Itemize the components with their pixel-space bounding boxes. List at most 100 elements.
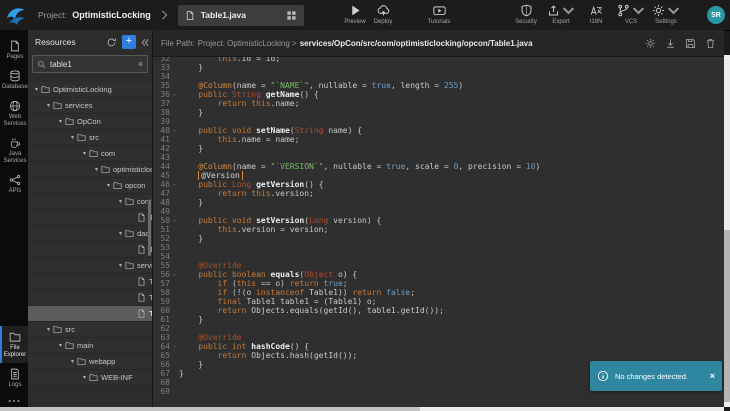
line-number[interactable]: 38	[153, 108, 170, 117]
code-editor[interactable]: 32 this.id = id;33 }3435 @Column(name = …	[153, 57, 724, 407]
tree-folder-dao[interactable]: ▾dao	[28, 226, 152, 242]
line-number[interactable]: 46	[153, 180, 170, 189]
clear-search-icon[interactable]: ×	[138, 60, 143, 69]
line-number[interactable]: 35	[153, 81, 170, 90]
info-icon	[597, 370, 609, 382]
line-number[interactable]: 56	[153, 270, 170, 279]
line-number[interactable]: 69	[153, 387, 170, 396]
avatar[interactable]: SR	[707, 6, 725, 24]
line-number[interactable]: 43	[153, 153, 170, 162]
topbar-export-button[interactable]: Export	[547, 4, 575, 25]
rail-item-pages[interactable]: Pages	[0, 35, 28, 65]
line-number[interactable]: 68	[153, 378, 170, 387]
vertical-scrollbar-thumb[interactable]	[724, 230, 730, 402]
line-number[interactable]: 66	[153, 360, 170, 369]
line-number[interactable]: 52	[153, 234, 170, 243]
tree-folder-optimisticlocking[interactable]: ▾OptimisticLocking	[28, 82, 152, 98]
fold-marker[interactable]: -	[170, 126, 179, 135]
line-number[interactable]: 45	[153, 171, 170, 180]
tree-folder-src[interactable]: ▾src	[28, 322, 152, 338]
delete-file-icon[interactable]	[705, 38, 716, 49]
fold-marker[interactable]: -	[170, 270, 179, 279]
grid-icon[interactable]	[286, 10, 297, 21]
line-number[interactable]: 48	[153, 198, 170, 207]
tree-folder-servi[interactable]: ▾servi	[28, 258, 152, 274]
line-number[interactable]: 51	[153, 225, 170, 234]
tree-folder-webapp[interactable]: ▾webapp	[28, 354, 152, 370]
tree-folder-web-inf[interactable]: ▾WEB-INF	[28, 370, 152, 386]
wavemaker-logo-icon[interactable]	[4, 3, 28, 27]
toast-close-icon[interactable]: ×	[710, 372, 715, 381]
line-number[interactable]: 65	[153, 351, 170, 360]
search-input[interactable]: table1 ×	[32, 55, 148, 73]
tree-folder-src[interactable]: ▾src	[28, 130, 152, 146]
topbar-i18n-button[interactable]: I18N	[582, 4, 610, 25]
line-number[interactable]: 54	[153, 252, 170, 261]
tree-file-t[interactable]: T	[28, 242, 152, 258]
line-number[interactable]: 36	[153, 90, 170, 99]
tree-folder-main[interactable]: ▾main	[28, 338, 152, 354]
line-number[interactable]: 49	[153, 207, 170, 216]
vertical-scrollbar[interactable]	[724, 55, 730, 407]
tree-folder-com[interactable]: ▾com	[28, 146, 152, 162]
tree-folder-services[interactable]: ▾services	[28, 98, 152, 114]
tree-folder-optimisticlocking[interactable]: ▾optimisticlocking	[28, 162, 152, 178]
tree-file-t[interactable]: T	[28, 274, 152, 290]
line-number[interactable]: 44	[153, 162, 170, 171]
line-number[interactable]: 55	[153, 261, 170, 270]
line-number[interactable]: 57	[153, 279, 170, 288]
fold-marker[interactable]: -	[170, 216, 179, 225]
line-number[interactable]: 67	[153, 369, 170, 378]
line-number[interactable]: 34	[153, 72, 170, 81]
line-number[interactable]: 50	[153, 216, 170, 225]
line-number[interactable]: 53	[153, 243, 170, 252]
fold-marker[interactable]: -	[170, 180, 179, 189]
rail-item-java-services[interactable]: Java Services	[0, 132, 28, 169]
line-number[interactable]: 64	[153, 342, 170, 351]
horizontal-scrollbar-thumb[interactable]	[0, 407, 420, 411]
line-number[interactable]: 37	[153, 99, 170, 108]
rail-item-web-services[interactable]: Web Services	[0, 95, 28, 132]
line-number[interactable]: 40	[153, 126, 170, 135]
topbar-vcs-button[interactable]: VCS	[617, 4, 645, 25]
line-number[interactable]: 61	[153, 315, 170, 324]
line-number[interactable]: 41	[153, 135, 170, 144]
line-number[interactable]: 33	[153, 63, 170, 72]
fold-marker[interactable]: -	[170, 342, 179, 351]
tree-file-table1-java[interactable]: Table1.java	[28, 306, 152, 322]
tree-folder-cont[interactable]: ▾cont	[28, 194, 152, 210]
rail-item-apis[interactable]: APIs	[0, 169, 28, 199]
search-value: table1	[50, 60, 134, 69]
line-number[interactable]: 63	[153, 333, 170, 342]
line-number[interactable]: 47	[153, 189, 170, 198]
horizontal-scrollbar[interactable]	[0, 407, 724, 411]
download-file-icon[interactable]	[665, 38, 676, 49]
fold-marker[interactable]: -	[170, 90, 179, 99]
tab-table1-java[interactable]: Table1.java	[178, 5, 304, 26]
save-file-icon[interactable]	[685, 38, 696, 49]
collapse-panel-icon[interactable]	[141, 38, 149, 47]
line-number[interactable]: 42	[153, 144, 170, 153]
line-number[interactable]: 39	[153, 117, 170, 126]
line-number[interactable]: 62	[153, 324, 170, 333]
code-line-33: 33 }	[153, 63, 724, 72]
file-settings-icon[interactable]	[645, 38, 656, 49]
topbar-deploy-button[interactable]: Deploy	[369, 4, 397, 25]
rail-item-file-explorer[interactable]: File Explorer	[0, 326, 28, 363]
topbar-preview-button[interactable]: Preview	[341, 4, 369, 25]
topbar-security-button[interactable]: Security	[512, 4, 540, 25]
topbar-settings-button[interactable]: Settings	[652, 4, 680, 25]
tree-folder-opcon[interactable]: ▾OpCon	[28, 114, 152, 130]
line-number[interactable]: 59	[153, 297, 170, 306]
line-number[interactable]: 60	[153, 306, 170, 315]
refresh-icon[interactable]	[106, 37, 117, 48]
topbar-tutorials-button[interactable]: Tutorials	[425, 4, 453, 25]
tree-file-t[interactable]: T	[28, 210, 152, 226]
rail-item-databases[interactable]: Databases	[0, 65, 28, 95]
rail-item-logs[interactable]: Logs	[0, 363, 28, 393]
tree-scrollbar[interactable]	[148, 200, 151, 256]
line-number[interactable]: 58	[153, 288, 170, 297]
tree-folder-opcon[interactable]: ▾opcon	[28, 178, 152, 194]
tree-file-t[interactable]: T	[28, 290, 152, 306]
add-resource-button[interactable]: +	[122, 35, 136, 49]
